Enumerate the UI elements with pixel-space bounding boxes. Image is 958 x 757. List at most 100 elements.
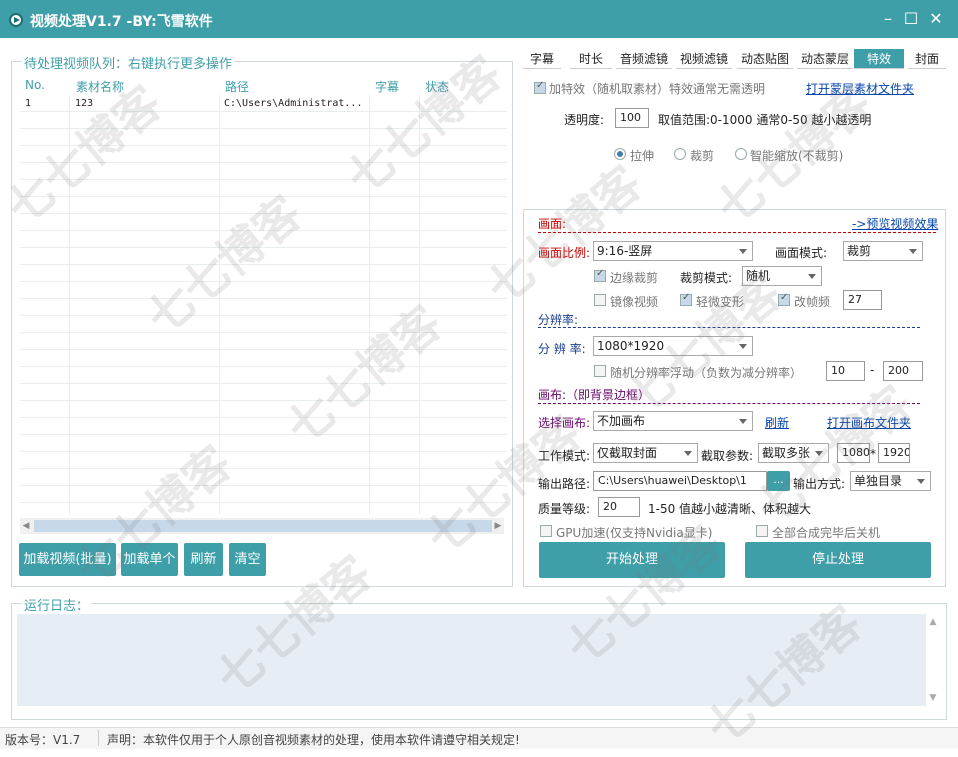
crop-label: 裁剪 (690, 149, 715, 163)
open-canvas-folder-link[interactable]: 打开画布文件夹 (827, 414, 911, 431)
fps-input[interactable]: 27 (843, 290, 882, 310)
notice-text: 声明：本软件仅用于个人原创音视频素材的处理，使用本软件请遵守相关规定! (107, 733, 520, 747)
scroll-left-icon[interactable]: ◀ (20, 518, 32, 534)
queue-legend: 待处理视频队列：右键执行更多操作 (22, 53, 235, 72)
resolution-range-dash: - (870, 363, 875, 377)
output-mode-select[interactable]: 单独目录 (850, 471, 931, 491)
frame-section-title: 画面: (538, 217, 567, 231)
opacity-hint: 取值范围:0-1000 通常0-50 越小越透明 (658, 113, 872, 127)
maximize-icon[interactable]: ☐ (901, 9, 921, 29)
col-status[interactable]: 状态 (425, 78, 449, 95)
scroll-right-icon[interactable]: ▶ (492, 518, 504, 534)
mirror-label: 镜像视频 (610, 295, 659, 309)
shutdown-checkbox[interactable] (756, 525, 768, 537)
edge-crop-checkbox[interactable] (594, 268, 606, 282)
queue-table-header: No. 素材名称 路径 字幕 状态 (20, 75, 507, 95)
tab-duration[interactable]: 时长 (570, 49, 612, 69)
resolution-section-title: 分辨率: (538, 313, 579, 327)
capture-height-input[interactable]: 1920 (878, 443, 910, 463)
frame-divider (538, 232, 936, 233)
random-resolution-checkbox[interactable] (594, 365, 606, 377)
resolution-divider (538, 327, 920, 328)
stretch-label: 拉伸 (630, 149, 655, 163)
log-legend: 运行日志： (22, 595, 92, 614)
random-resolution-label: 随机分辨率浮动（负数为减分辨率） (610, 366, 803, 380)
quality-label: 质量等级: (538, 502, 591, 516)
dimension-times-sign: * (870, 447, 876, 461)
table-row[interactable]: 1 123 C:\Users\Administrat... (20, 95, 507, 112)
smart-scale-label: 智能缩放(不裁剪) (750, 149, 844, 163)
open-mask-folder-link[interactable]: 打开蒙层素材文件夹 (806, 80, 914, 97)
log-scroll-up-icon[interactable]: ▲ (927, 614, 939, 630)
edge-crop-label: 边缘裁剪 (610, 271, 659, 285)
quality-hint: 1-50 值越小越清晰、体积越大 (648, 502, 812, 516)
start-processing-button[interactable]: 开始处理 (539, 542, 725, 578)
ratio-label: 画面比例: (538, 246, 591, 260)
change-fps-checkbox[interactable] (778, 292, 790, 306)
log-scroll-down-icon[interactable]: ▼ (927, 690, 939, 706)
queue-table[interactable]: 1 123 C:\Users\Administrat... (20, 95, 507, 515)
tab-subtitle[interactable]: 字幕 (523, 49, 561, 69)
gpu-label: GPU加速(仅支持Nvidia显卡) (556, 526, 713, 540)
mirror-checkbox[interactable] (594, 294, 606, 306)
slight-deform-checkbox[interactable] (680, 292, 692, 306)
tab-effects[interactable]: 特效 (854, 49, 904, 69)
smart-scale-radio[interactable] (735, 148, 747, 160)
quality-input[interactable]: 20 (598, 497, 640, 517)
tab-cover[interactable]: 封面 (908, 49, 946, 69)
resolution-min-input[interactable]: 10 (826, 361, 865, 381)
refresh-button[interactable]: 刷新 (184, 543, 223, 576)
window-title: 视频处理V1.7 -BY:飞雪软件 (30, 14, 213, 30)
col-subtitle[interactable]: 字幕 (375, 78, 399, 95)
col-name[interactable]: 素材名称 (76, 78, 124, 95)
col-no[interactable]: No. (25, 78, 45, 92)
col-path[interactable]: 路径 (225, 78, 249, 95)
browse-output-button[interactable]: ... (767, 471, 790, 491)
close-icon[interactable]: ✕ (926, 9, 946, 29)
frame-mode-select[interactable]: 裁剪 (843, 241, 923, 261)
capture-params-label: 截取参数: (701, 449, 754, 463)
load-single-button[interactable]: 加载单个 (121, 543, 178, 576)
resolution-max-input[interactable]: 200 (883, 361, 923, 381)
load-batch-button[interactable]: 加载视频(批量) (19, 543, 116, 576)
clear-button[interactable]: 清空 (229, 543, 266, 576)
row-no: 1 (25, 98, 32, 109)
resolution-label: 分 辨 率: (538, 342, 586, 356)
stop-processing-button[interactable]: 停止处理 (745, 542, 931, 578)
stretch-radio[interactable] (614, 148, 626, 160)
opacity-input[interactable]: 100 (615, 108, 649, 128)
add-effect-checkbox[interactable] (534, 80, 546, 94)
app-play-icon (9, 13, 23, 27)
resolution-select[interactable]: 1080*1920 (593, 336, 753, 356)
tab-audio-filter[interactable]: 音频滤镜 (616, 49, 672, 69)
tab-video-filter[interactable]: 视频滤镜 (676, 49, 732, 69)
canvas-divider (538, 403, 920, 404)
settings-tabs: 字幕 时长 音频滤镜 视频滤镜 动态贴图 动态蒙层 特效 封面 (523, 49, 946, 69)
preview-video-link[interactable]: ->预览视频效果 (852, 215, 938, 232)
gpu-checkbox[interactable] (540, 525, 552, 537)
scroll-thumb[interactable] (34, 520, 492, 532)
output-path-input[interactable]: C:\Users\huawei\Desktop\1 (593, 471, 767, 491)
capture-width-input[interactable]: 1080 (837, 443, 870, 463)
crop-mode-select[interactable]: 随机 (742, 266, 822, 286)
tab-dynamic-mask[interactable]: 动态蒙层 (797, 49, 853, 69)
frame-mode-label: 画面模式: (775, 246, 828, 260)
crop-radio[interactable] (674, 148, 686, 160)
minimize-icon[interactable]: – (878, 9, 898, 29)
log-textarea[interactable] (17, 614, 926, 706)
ratio-select[interactable]: 9:16-竖屏 (593, 241, 753, 261)
horizontal-scrollbar[interactable]: ◀ ▶ (20, 518, 504, 534)
change-fps-label: 改帧频 (794, 295, 831, 309)
work-mode-select[interactable]: 仅截取封面 (593, 443, 698, 463)
tab-dynamic-sticker[interactable]: 动态贴图 (737, 49, 793, 69)
title-bar: 视频处理V1.7 -BY:飞雪软件 – ☐ ✕ (0, 0, 958, 38)
canvas-refresh-link[interactable]: 刷新 (765, 414, 789, 431)
canvas-select[interactable]: 不加画布 (593, 411, 753, 431)
shutdown-label: 全部合成完毕后关机 (772, 526, 881, 540)
output-path-label: 输出路径: (538, 477, 591, 491)
row-name: 123 (75, 98, 94, 109)
work-mode-label: 工作模式: (538, 449, 591, 463)
capture-params-select[interactable]: 截取多张 (758, 443, 829, 463)
output-mode-label: 输出方式: (793, 477, 846, 491)
status-divider (98, 730, 99, 746)
